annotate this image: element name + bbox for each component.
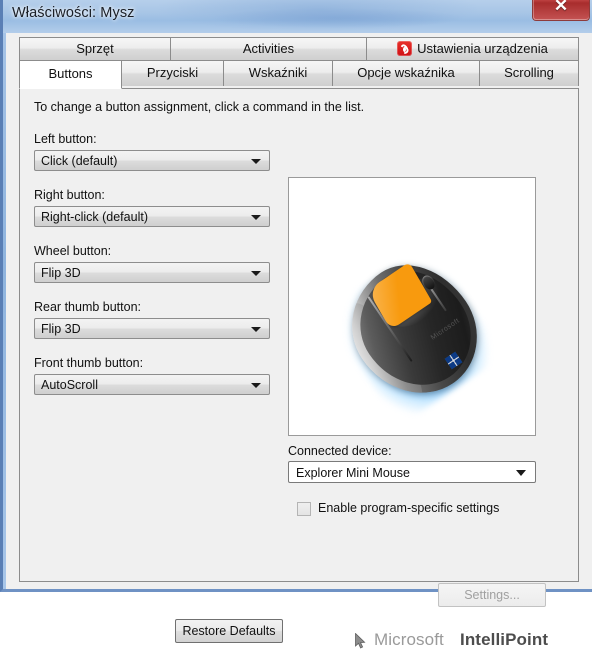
tab-przyciski[interactable]: Przyciski (121, 60, 224, 86)
combo-value: Flip 3D (41, 322, 81, 336)
close-button[interactable]: ✕ (532, 0, 590, 21)
chevron-down-icon (251, 159, 261, 164)
restore-defaults-button[interactable]: Restore Defaults (175, 619, 283, 643)
combo-rear-thumb-button[interactable]: Flip 3D (34, 318, 270, 339)
close-icon: ✕ (553, 0, 569, 15)
tab-label: Opcje wskaźnika (357, 65, 455, 80)
combo-front-thumb-button[interactable]: AutoScroll (34, 374, 270, 395)
tab-page-buttons: To change a button assignment, click a c… (19, 88, 579, 649)
label-wheel-button: Wheel button: (34, 244, 112, 258)
tab-ustawienia-urzadzenia[interactable]: Ustawienia urządzenia (366, 37, 579, 61)
combo-connected-device[interactable]: Explorer Mini Mouse (288, 461, 536, 483)
tab-label: Activities (242, 41, 295, 56)
combo-value: AutoScroll (41, 378, 98, 392)
label-left-button: Left button: (34, 132, 97, 146)
mouse-illustration: Microsoft (289, 178, 535, 435)
tab-activities[interactable]: Activities (170, 37, 367, 61)
label-rear-thumb-button: Rear thumb button: (34, 300, 142, 314)
brand-intellipoint: IntelliPoint (460, 630, 549, 649)
properties-window: Właściwości: Mysz ✕ Sprzęt Activities Us… (0, 0, 592, 649)
instruction-text: To change a button assignment, click a c… (34, 100, 365, 114)
checkbox-box[interactable] (297, 502, 311, 516)
tab-label: Wskaźniki (248, 65, 308, 80)
label-front-thumb-button: Front thumb button: (34, 356, 144, 370)
tab-wskazniki[interactable]: Wskaźniki (223, 60, 333, 86)
tab-label: Scrolling (504, 65, 554, 80)
tab-label: Przyciski (146, 65, 199, 80)
tab-label: Buttons (48, 66, 93, 81)
tab-buttons[interactable]: Buttons (19, 60, 122, 89)
settings-button[interactable]: Settings... (438, 583, 546, 607)
device-preview-panel: Microsoft (288, 177, 536, 436)
combo-value: Right-click (default) (41, 210, 148, 224)
tab-scrolling[interactable]: Scrolling (479, 60, 579, 86)
brand-microsoft: Microsoft (374, 630, 444, 649)
label-right-button: Right button: (34, 188, 105, 202)
tab-opcje-wskaznika[interactable]: Opcje wskaźnika (332, 60, 480, 86)
combo-left-button[interactable]: Click (default) (34, 150, 270, 171)
tab-label: Sprzęt (76, 41, 114, 56)
chevron-down-icon (516, 470, 526, 476)
combo-value: Click (default) (41, 154, 118, 168)
chevron-down-icon (251, 271, 261, 276)
title-bar: Właściwości: Mysz ✕ (3, 0, 592, 33)
tab-label: Ustawienia urządzenia (417, 41, 548, 56)
window-client-area: Sprzęt Activities Ustawienia urządzenia … (6, 33, 592, 649)
combo-wheel-button[interactable]: Flip 3D (34, 262, 270, 283)
chevron-down-icon (251, 327, 261, 332)
tab-strip: Sprzęt Activities Ustawienia urządzenia … (6, 33, 592, 89)
chevron-down-icon (251, 383, 261, 388)
window-title: Właściwości: Mysz (12, 5, 135, 21)
chevron-down-icon (251, 215, 261, 220)
mouse-pointer-icon (355, 633, 366, 649)
tab-sprzet[interactable]: Sprzęt (19, 37, 171, 61)
label-connected-device: Connected device: (288, 444, 392, 458)
combo-value: Explorer Mini Mouse (296, 466, 410, 480)
synaptics-icon (397, 41, 413, 56)
combo-right-button[interactable]: Right-click (default) (34, 206, 270, 227)
checkbox-label: Enable program-specific settings (318, 501, 500, 515)
combo-value: Flip 3D (41, 266, 81, 280)
